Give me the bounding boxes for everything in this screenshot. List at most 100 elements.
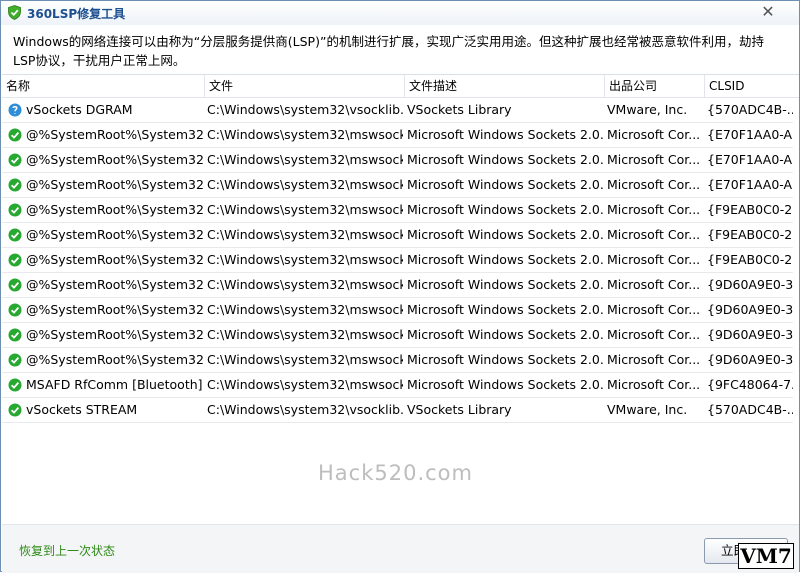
table-row[interactable]: @%SystemRoot%\System32... C:\Windows\syst…	[2, 323, 793, 348]
column-header-name[interactable]: 名称	[2, 75, 204, 97]
row-name: @%SystemRoot%\System32...	[26, 327, 204, 342]
row-clsid: {E70F1AA0-A...	[707, 127, 793, 142]
column-header-clsid[interactable]: CLSID	[704, 75, 799, 97]
row-clsid: {E70F1AA0-A...	[707, 177, 793, 192]
row-clsid: {F9EAB0C0-2...	[707, 227, 793, 242]
row-name: @%SystemRoot%\System32...	[26, 252, 204, 267]
table-row[interactable]: @%SystemRoot%\System32... C:\Windows\syst…	[2, 298, 793, 323]
row-clsid: {570ADC4B-...	[707, 102, 793, 117]
row-clsid: {E70F1AA0-A...	[707, 152, 793, 167]
row-company: VMware, Inc.	[607, 102, 688, 117]
row-file: C:\Windows\system32\mswsock....	[207, 277, 403, 292]
row-description: VSockets Library	[407, 402, 512, 417]
table-row[interactable]: @%SystemRoot%\System32... C:\Windows\syst…	[2, 123, 793, 148]
lsp-repair-window: 360LSP修复工具 ✕ Windows的网络连接可以由称为“分层服务提供商(L…	[0, 0, 800, 573]
row-description: Microsoft Windows Sockets 2.0...	[407, 202, 603, 217]
restore-previous-link[interactable]: 恢复到上一次状态	[19, 542, 115, 559]
check-circle-icon	[8, 203, 22, 217]
row-clsid: {9FC48064-7...	[707, 377, 793, 392]
close-icon: ✕	[761, 2, 775, 21]
column-header-description[interactable]: 文件描述	[404, 75, 604, 97]
row-description: Microsoft Windows Sockets 2.0...	[407, 227, 603, 242]
row-file: C:\Windows\system32\mswsock....	[207, 177, 403, 192]
table-row[interactable]: @%SystemRoot%\System32... C:\Windows\syst…	[2, 248, 793, 273]
row-description: VSockets Library	[407, 102, 512, 117]
shield-icon	[8, 5, 21, 20]
check-circle-icon	[8, 378, 22, 392]
row-clsid: {9D60A9E0-3...	[707, 302, 793, 317]
table-row[interactable]: @%SystemRoot%\System32... C:\Windows\syst…	[2, 198, 793, 223]
row-company: Microsoft Cor...	[607, 202, 701, 217]
table-header: 名称 文件 文件描述 出品公司 CLSID	[2, 75, 799, 98]
row-name: @%SystemRoot%\System32...	[26, 152, 204, 167]
column-header-company[interactable]: 出品公司	[604, 75, 704, 97]
row-company: Microsoft Cor...	[607, 327, 701, 342]
vm-badge: VM7	[738, 543, 794, 569]
row-description: Microsoft Windows Sockets 2.0...	[407, 302, 603, 317]
table-row[interactable]: @%SystemRoot%\System32... C:\Windows\syst…	[2, 348, 793, 373]
row-company: VMware, Inc.	[607, 402, 688, 417]
window-title: 360LSP修复工具	[27, 7, 126, 21]
row-company: Microsoft Cor...	[607, 127, 701, 142]
column-header-file[interactable]: 文件	[204, 75, 404, 97]
row-name: @%SystemRoot%\System32...	[26, 277, 204, 292]
close-button[interactable]: ✕	[759, 3, 777, 21]
table-row[interactable]: @%SystemRoot%\System32... C:\Windows\syst…	[2, 223, 793, 248]
row-name: MSAFD RfComm [Bluetooth]	[26, 377, 203, 392]
check-circle-icon	[8, 328, 22, 342]
row-company: Microsoft Cor...	[607, 277, 701, 292]
row-file: C:\Windows\system32\mswsock....	[207, 127, 403, 142]
table-row[interactable]: @%SystemRoot%\System32... C:\Windows\syst…	[2, 173, 793, 198]
check-circle-icon	[8, 228, 22, 242]
row-company: Microsoft Cor...	[607, 177, 701, 192]
row-clsid: {570ADC4B-...	[707, 402, 793, 417]
table-row[interactable]: vSockets DGRAM C:\Windows\system32\vsockl…	[2, 98, 793, 123]
row-file: C:\Windows\system32\mswsock....	[207, 227, 403, 242]
check-circle-icon	[8, 403, 22, 417]
row-file: C:\Windows\system32\mswsock....	[207, 352, 403, 367]
row-clsid: {F9EAB0C0-2...	[707, 252, 793, 267]
row-name: @%SystemRoot%\System32...	[26, 302, 204, 317]
row-description: Microsoft Windows Sockets 2.0...	[407, 152, 603, 167]
check-circle-icon	[8, 278, 22, 292]
row-name: @%SystemRoot%\System32...	[26, 127, 204, 142]
table-body: vSockets DGRAM C:\Windows\system32\vsockl…	[2, 98, 799, 423]
row-description: Microsoft Windows Sockets 2.0...	[407, 327, 603, 342]
lsp-table: 名称 文件 文件描述 出品公司 CLSID vSockets DGRAM C:\W…	[2, 74, 799, 525]
watermark-text: Hack520.com	[318, 461, 473, 485]
row-name: @%SystemRoot%\System32...	[26, 352, 204, 367]
table-row[interactable]: @%SystemRoot%\System32... C:\Windows\syst…	[2, 148, 793, 173]
row-description: Microsoft Windows Sockets 2.0...	[407, 377, 603, 392]
footer-bar: 恢复到上一次状态 立即修复	[2, 524, 799, 573]
row-description: Microsoft Windows Sockets 2.0...	[407, 277, 603, 292]
row-company: Microsoft Cor...	[607, 302, 701, 317]
check-circle-icon	[8, 303, 22, 317]
row-clsid: {9D60A9E0-3...	[707, 327, 793, 342]
table-row[interactable]: vSockets STREAM C:\Windows\system32\vsock…	[2, 398, 793, 423]
row-name: vSockets DGRAM	[26, 102, 133, 117]
row-clsid: {9D60A9E0-3...	[707, 352, 793, 367]
row-description: Microsoft Windows Sockets 2.0...	[407, 177, 603, 192]
row-company: Microsoft Cor...	[607, 252, 701, 267]
row-file: C:\Windows\system32\vsocklib....	[207, 102, 403, 117]
check-circle-icon	[8, 353, 22, 367]
row-company: Microsoft Cor...	[607, 152, 701, 167]
table-row[interactable]: @%SystemRoot%\System32... C:\Windows\syst…	[2, 273, 793, 298]
title-bar: 360LSP修复工具 ✕	[1, 1, 799, 25]
info-circle-icon	[8, 103, 22, 117]
check-circle-icon	[8, 178, 22, 192]
row-file: C:\Windows\system32\mswsock....	[207, 252, 403, 267]
row-file: C:\Windows\system32\mswsock....	[207, 202, 403, 217]
row-name: vSockets STREAM	[26, 402, 138, 417]
row-name: @%SystemRoot%\System32...	[26, 202, 204, 217]
row-company: Microsoft Cor...	[607, 227, 701, 242]
row-file: C:\Windows\system32\mswsock....	[207, 327, 403, 342]
row-file: C:\Windows\system32\mswsock....	[207, 302, 403, 317]
row-description: Microsoft Windows Sockets 2.0...	[407, 352, 603, 367]
row-description: Microsoft Windows Sockets 2.0...	[407, 127, 603, 142]
row-company: Microsoft Cor...	[607, 377, 701, 392]
row-clsid: {F9EAB0C0-2...	[707, 202, 793, 217]
row-name: @%SystemRoot%\System32...	[26, 227, 204, 242]
table-row[interactable]: MSAFD RfComm [Bluetooth] C:\Windows\syste…	[2, 373, 793, 398]
row-clsid: {9D60A9E0-3...	[707, 277, 793, 292]
